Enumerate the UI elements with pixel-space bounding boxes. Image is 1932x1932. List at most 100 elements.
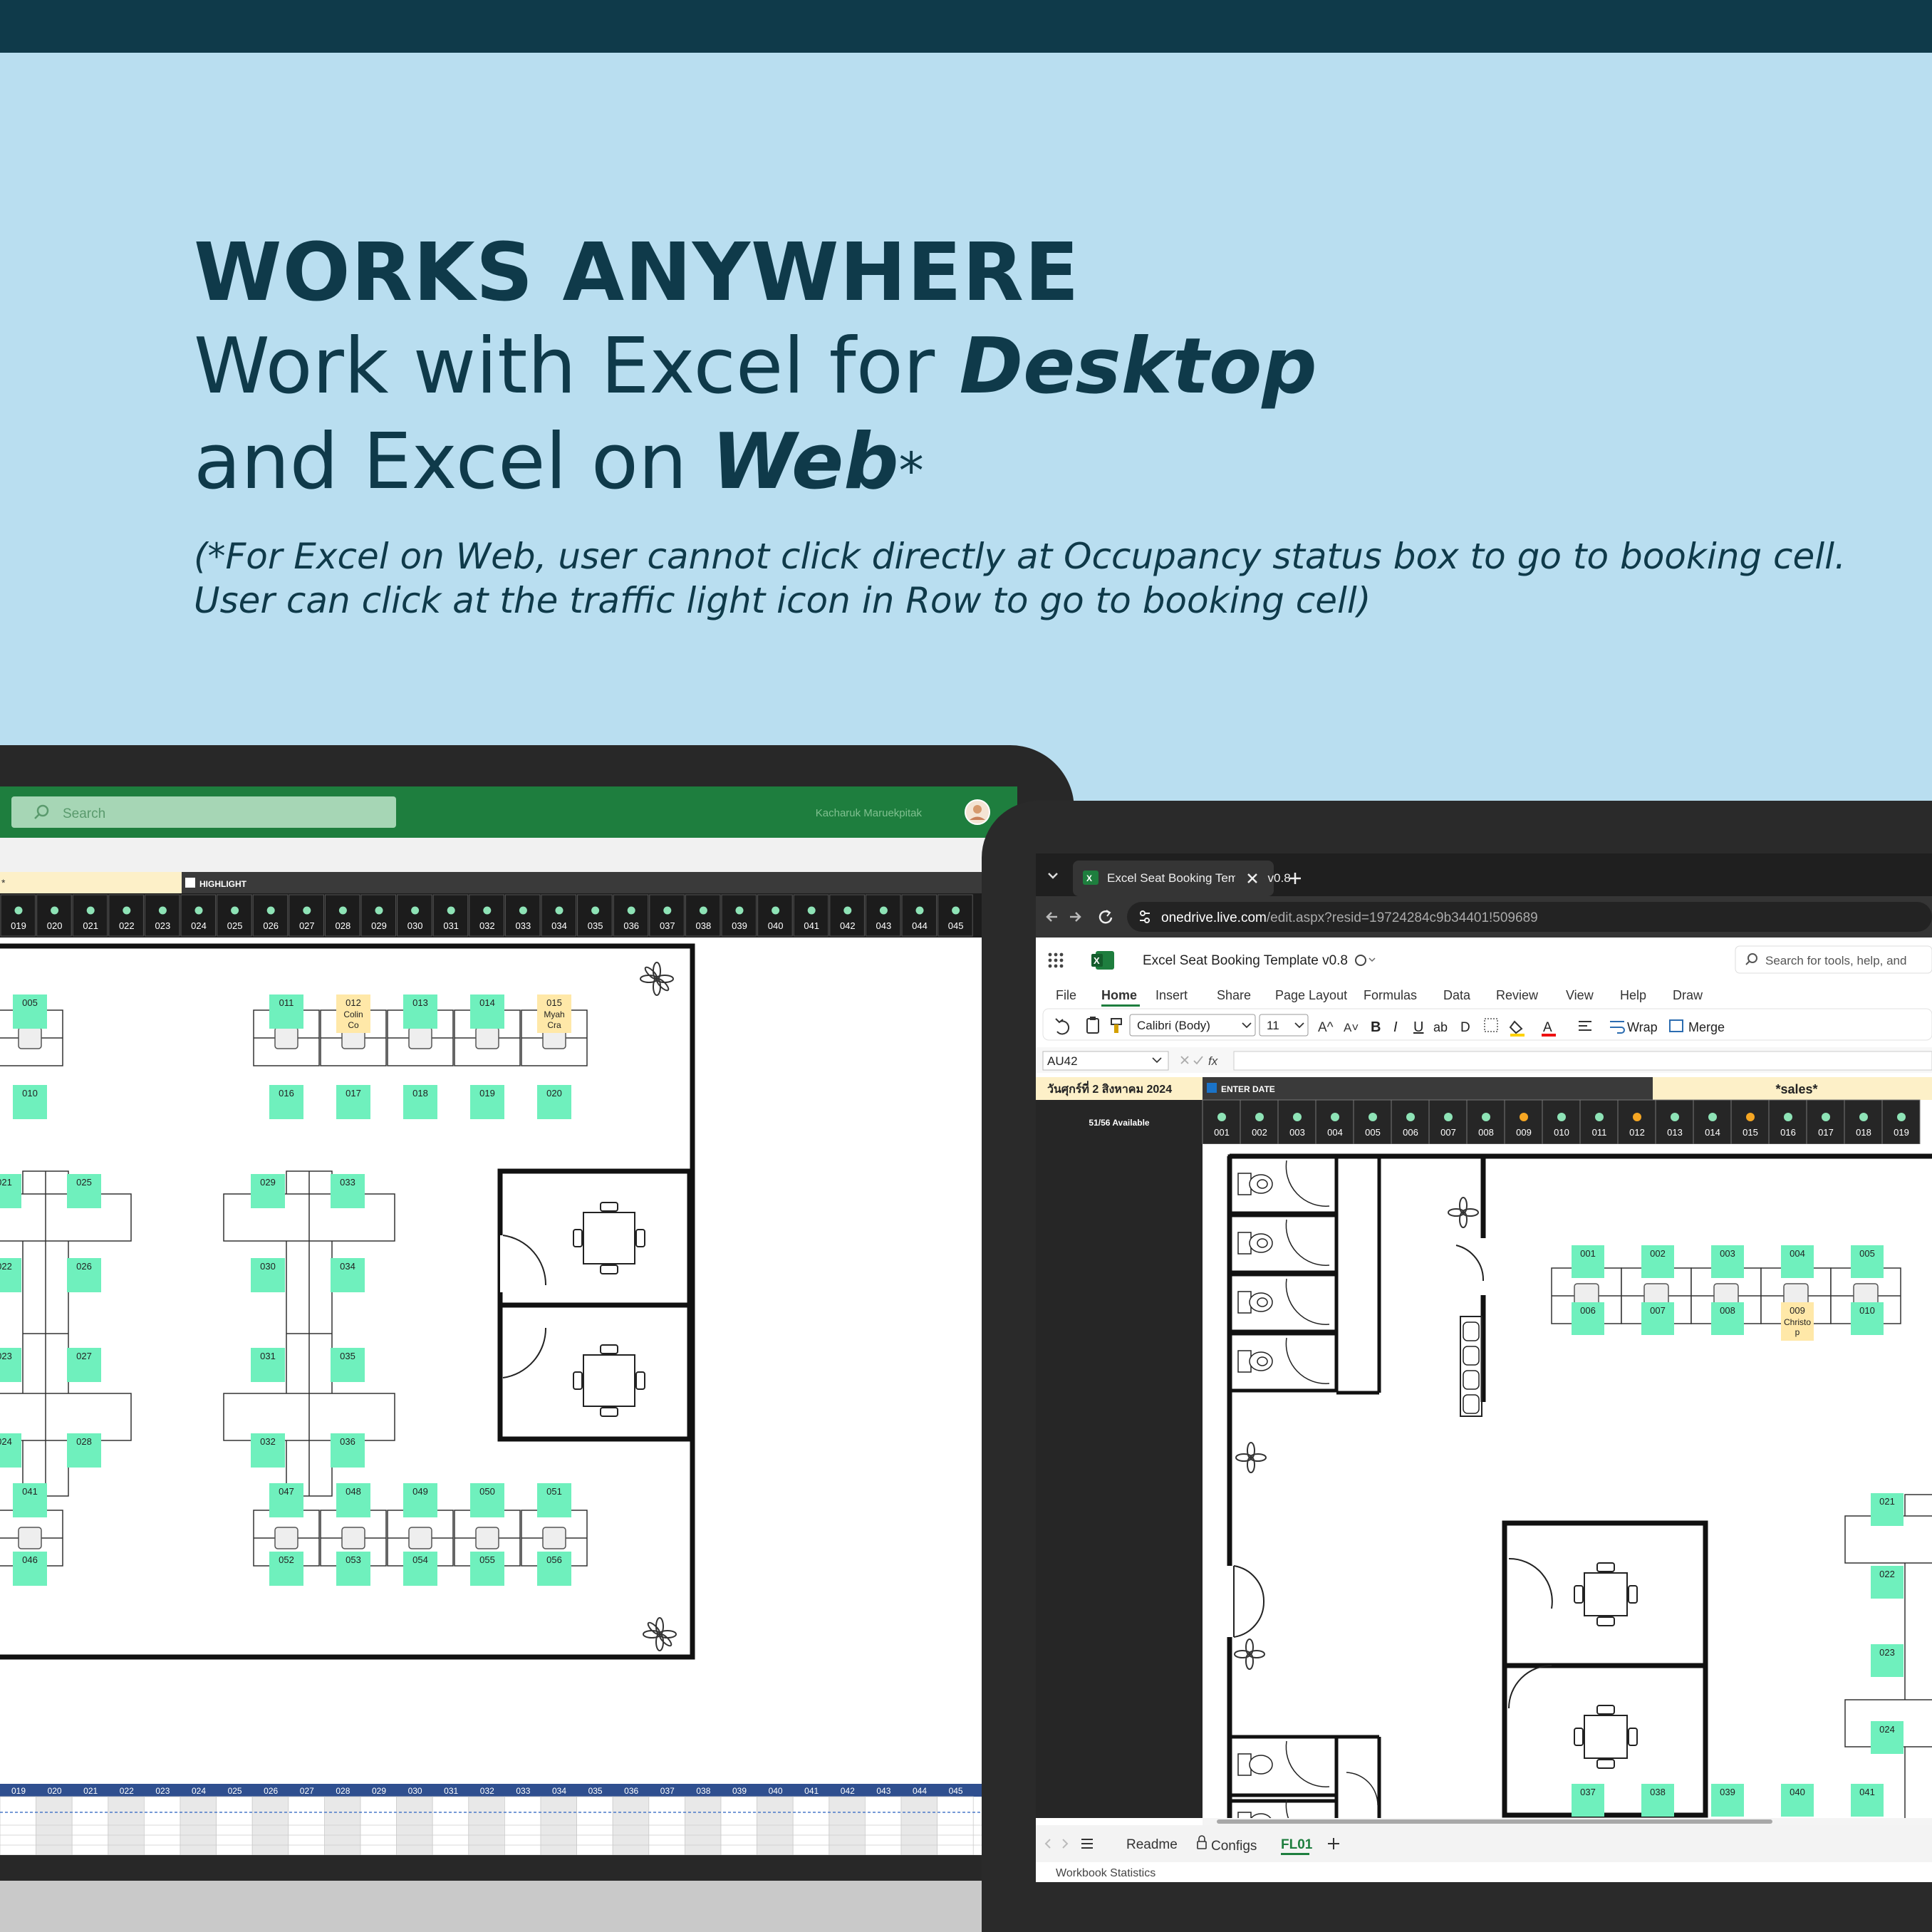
seat-header-cell[interactable]: 039 <box>721 894 757 937</box>
underline-icon[interactable]: U <box>1413 1019 1423 1035</box>
seat-status-box[interactable]: 003 <box>1711 1245 1744 1278</box>
traffic-light-icon[interactable] <box>1746 1113 1755 1121</box>
seat-status-box[interactable]: 038 <box>1641 1784 1674 1817</box>
traffic-light-icon[interactable] <box>519 906 527 915</box>
booking-cell[interactable] <box>468 1796 505 1855</box>
booking-cell[interactable] <box>396 1796 433 1855</box>
traffic-light-icon[interactable] <box>266 906 275 915</box>
insert-function-icon[interactable]: fx <box>1208 1054 1218 1068</box>
seat-header-cell[interactable]: 040 <box>757 894 793 937</box>
seat-header-cell[interactable]: 006 <box>1391 1099 1430 1145</box>
seat-status-box[interactable]: 030 <box>251 1258 285 1292</box>
booking-cell[interactable] <box>288 1796 325 1855</box>
seat-status-box[interactable]: 012ColinCo <box>336 994 370 1033</box>
seat-header-cell[interactable]: 009 <box>1504 1099 1543 1145</box>
seat-status-box[interactable]: 016 <box>269 1085 303 1119</box>
ribbon-tab[interactable]: Insert <box>1155 988 1188 1002</box>
booking-cell[interactable] <box>792 1796 830 1855</box>
seat-status-box[interactable]: 048 <box>336 1483 370 1517</box>
seat-header-cell[interactable]: 042 <box>829 894 865 937</box>
seat-header-cell[interactable]: 025 <box>217 894 252 937</box>
sheet-tab-fl01[interactable]: FL01 <box>1281 1837 1313 1852</box>
seat-status-box[interactable]: 054 <box>403 1552 437 1586</box>
seat-status-box[interactable]: 018 <box>403 1085 437 1119</box>
seat-status-box[interactable]: 028 <box>67 1433 101 1468</box>
booking-cell[interactable] <box>829 1796 866 1855</box>
seat-status-box[interactable]: 017 <box>336 1085 370 1119</box>
sheet-tab-configs[interactable]: Configs <box>1211 1839 1257 1854</box>
traffic-light-icon[interactable] <box>1784 1113 1792 1121</box>
seat-header-cell[interactable]: 027 <box>289 894 324 937</box>
seat-status-box[interactable]: 026 <box>67 1258 101 1292</box>
traffic-light-icon[interactable] <box>555 906 564 915</box>
traffic-light-icon[interactable] <box>915 906 924 915</box>
app-launcher-icon[interactable] <box>1048 952 1064 968</box>
bold-icon[interactable]: B <box>1371 1019 1381 1035</box>
seat-header-cell[interactable]: 017 <box>1806 1099 1845 1145</box>
seat-status-box[interactable]: 001 <box>1572 1245 1604 1278</box>
seat-header-cell[interactable]: 011 <box>1579 1099 1619 1145</box>
seat-header-cell[interactable]: 024 <box>180 894 217 937</box>
traffic-light-icon[interactable] <box>952 906 960 915</box>
ribbon-tab[interactable]: Data <box>1443 988 1471 1002</box>
seat-header-cell[interactable]: 005 <box>1353 1099 1392 1145</box>
traffic-light-icon[interactable] <box>1859 1113 1868 1121</box>
seat-status-box[interactable]: 009Christop <box>1781 1302 1814 1341</box>
seat-status-box[interactable]: 046 <box>13 1552 47 1586</box>
seat-status-box[interactable]: 029 <box>251 1174 285 1208</box>
ribbon-tab[interactable]: View <box>1566 988 1594 1002</box>
traffic-light-icon[interactable] <box>807 906 816 915</box>
traffic-light-icon[interactable] <box>1822 1113 1830 1121</box>
traffic-light-icon[interactable] <box>14 906 23 915</box>
seat-status-box[interactable]: 011 <box>269 994 303 1029</box>
seat-status-box[interactable]: 024 <box>1871 1721 1904 1754</box>
traffic-light-icon[interactable] <box>303 906 311 915</box>
seat-status-box[interactable]: 032 <box>251 1433 285 1468</box>
seat-header-cell[interactable]: 007 <box>1428 1099 1468 1145</box>
seat-header-cell[interactable]: 021 <box>72 894 108 937</box>
strikethrough-icon[interactable]: ab <box>1433 1020 1448 1034</box>
booking-cell[interactable] <box>540 1796 577 1855</box>
traffic-light-icon[interactable] <box>1368 1113 1377 1121</box>
seat-status-box[interactable]: 050 <box>470 1483 504 1517</box>
seat-status-box[interactable]: 023 <box>1871 1644 1904 1677</box>
traffic-light-icon[interactable] <box>1520 1113 1528 1121</box>
traffic-light-icon[interactable] <box>735 906 744 915</box>
seat-header-cell[interactable]: 038 <box>685 894 721 937</box>
traffic-light-icon[interactable] <box>627 906 635 915</box>
seat-status-box[interactable]: 023 <box>0 1348 21 1382</box>
traffic-light-icon[interactable] <box>663 906 672 915</box>
seat-header-cell[interactable]: 045 <box>938 894 973 937</box>
seat-status-box[interactable]: 020 <box>537 1085 571 1119</box>
traffic-light-icon[interactable] <box>231 906 239 915</box>
seat-header-cell[interactable]: 034 <box>541 894 577 937</box>
italic-icon[interactable]: I <box>1393 1019 1398 1035</box>
seat-header-cell[interactable]: 002 <box>1240 1099 1279 1145</box>
seat-status-box[interactable]: 021 <box>1871 1493 1904 1526</box>
seat-status-box[interactable]: 053 <box>336 1552 370 1586</box>
traffic-light-icon[interactable] <box>1671 1113 1679 1121</box>
traffic-light-icon[interactable] <box>1406 1113 1415 1121</box>
ribbon-tab[interactable]: File <box>1056 988 1076 1002</box>
wrap-button[interactable]: Wrap <box>1627 1020 1658 1034</box>
seat-header-cell[interactable]: 041 <box>793 894 829 937</box>
seat-header-cell[interactable]: 015 <box>1730 1099 1770 1145</box>
merge-button[interactable]: Merge <box>1688 1020 1725 1034</box>
booking-cell[interactable] <box>432 1796 469 1855</box>
seat-status-box[interactable]: 051 <box>537 1483 571 1517</box>
booking-cell[interactable] <box>685 1796 722 1855</box>
booking-cell[interactable] <box>323 1796 361 1855</box>
ribbon-tab[interactable]: Help <box>1620 988 1646 1002</box>
seat-header-cell[interactable]: 016 <box>1768 1099 1807 1145</box>
seat-status-box[interactable]: 035 <box>331 1348 365 1382</box>
seat-header-cell[interactable]: 044 <box>901 894 938 937</box>
booking-cell[interactable] <box>757 1796 794 1855</box>
seat-header-cell[interactable]: 014 <box>1693 1099 1732 1145</box>
ribbon-tab[interactable]: Review <box>1496 988 1539 1002</box>
seat-header-cell[interactable]: 019 <box>1881 1099 1921 1145</box>
traffic-light-icon[interactable] <box>338 906 347 915</box>
seat-status-box[interactable]: 027 <box>67 1348 101 1382</box>
seat-header-cell[interactable]: 012 <box>1617 1099 1656 1145</box>
booking-cell[interactable] <box>251 1796 289 1855</box>
seat-status-box[interactable]: 005 <box>1851 1245 1884 1278</box>
